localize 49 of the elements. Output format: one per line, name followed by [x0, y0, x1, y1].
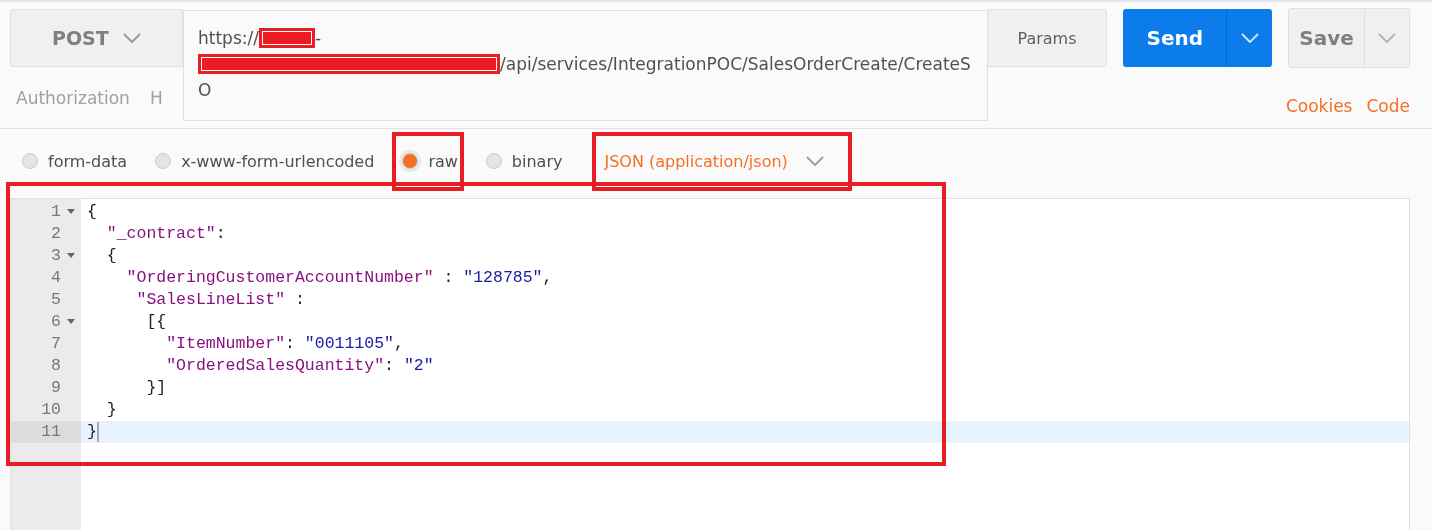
send-button[interactable]: Send [1123, 9, 1273, 67]
fold-arrow-icon[interactable] [67, 209, 75, 215]
line-number: 2 [51, 223, 61, 245]
line-number: 8 [51, 355, 61, 377]
method-dropdown[interactable]: POST [10, 9, 183, 67]
tab[interactable]: H [149, 88, 163, 128]
link[interactable]: Code [1366, 96, 1410, 116]
redaction-bar [258, 28, 315, 48]
code-line: { [87, 201, 97, 223]
radio-button[interactable] [485, 153, 502, 169]
radio-button[interactable] [22, 153, 38, 169]
line-number: 7 [51, 333, 61, 355]
code-line: { [105, 245, 117, 267]
chevron-icon [1378, 33, 1396, 43]
link[interactable]: Cookies [1285, 96, 1353, 116]
tab[interactable]: Authorization [16, 88, 130, 128]
line-number: 9 [51, 377, 61, 399]
radio-label[interactable]: raw [428, 151, 458, 171]
chevron-icon [1240, 33, 1259, 43]
line-number: 11 [41, 421, 61, 443]
fold-arrow-icon[interactable] [67, 253, 75, 259]
chevron-icon [122, 33, 141, 43]
line-number: 3 [51, 245, 61, 267]
line-number: 4 [51, 267, 61, 289]
save-button[interactable]: Save [1288, 8, 1410, 68]
line-number: 10 [41, 399, 61, 421]
line-number: 1 [51, 201, 61, 223]
params-button[interactable]: Params [986, 9, 1108, 67]
code-line: }] [145, 377, 167, 399]
format-dropdown[interactable]: JSON (application/json) [596, 151, 854, 171]
fold-arrow-icon[interactable] [67, 319, 75, 325]
code-editor[interactable]: 1 { 2 "_contract": 3 { 4 "OrderingCustomerAccountNumber" : "128785", 5 "SalesLineList" : 6 [{ 7 "ItemNumber": "0011105", 8 "OrderedSalesQuantity": "2" 9 }] 10 } 11 } [10, 198, 1410, 530]
radio-button[interactable] [402, 153, 419, 169]
code-line: "_contract": [105, 223, 226, 245]
code-line: [{ [145, 311, 167, 333]
line-number: 5 [51, 289, 61, 311]
code-line: "ItemNumber": "0011105", [165, 333, 404, 355]
code-line: "OrderedSalesQuantity": "2" [165, 355, 434, 377]
code-line: "SalesLineList" : [135, 289, 305, 311]
radio-label[interactable]: binary [511, 151, 563, 171]
line-number: 6 [51, 311, 61, 333]
radio-label[interactable]: x-www-form-urlencoded [181, 151, 375, 171]
code-line: "OrderingCustomerAccountNumber" : "128785", [125, 267, 553, 289]
code-line: } [87, 421, 99, 443]
url-field[interactable]: https:// - /api/services/IntegrationPOC/SalesOrderCreate/CreateS O [183, 10, 988, 121]
radio-label[interactable]: form-data [48, 151, 128, 171]
code-line: } [105, 399, 117, 421]
radio-button[interactable] [155, 153, 172, 169]
chevron-icon [805, 156, 824, 166]
